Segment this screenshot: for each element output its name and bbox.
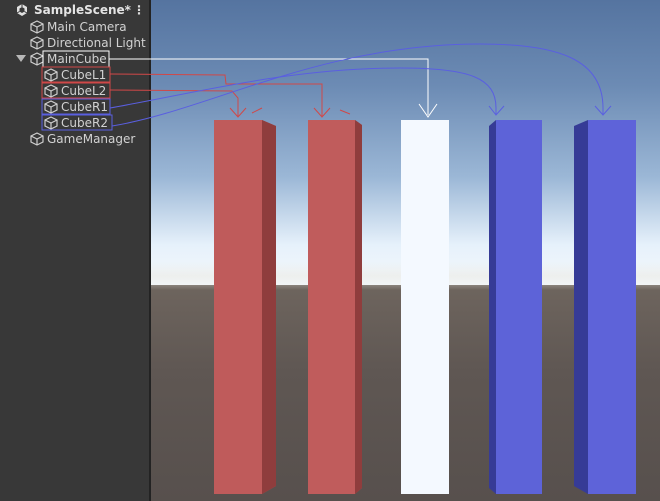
- hierarchy-item-label: CubeR1: [61, 100, 108, 114]
- cube-icon: [30, 20, 44, 34]
- hierarchy-item-label: CubeL1: [61, 68, 107, 82]
- scene-header[interactable]: SampleScene* ⋮: [0, 0, 151, 20]
- more-options-icon[interactable]: ⋮: [133, 3, 145, 17]
- ground-plane: [151, 285, 660, 501]
- hierarchy-item-label: CubeL2: [61, 84, 107, 98]
- hierarchy-item-label: Directional Light: [47, 36, 146, 50]
- scene-title: SampleScene*: [34, 3, 131, 17]
- hierarchy-item-label: GameManager: [47, 132, 136, 146]
- cube-icon: [44, 68, 58, 82]
- unity-editor: SampleScene* ⋮ Main Camera Directional L…: [0, 0, 660, 501]
- hierarchy-item-label: MainCube: [47, 52, 107, 66]
- cube-icon: [30, 52, 44, 66]
- hierarchy-item-label: Main Camera: [47, 20, 127, 34]
- scene-view[interactable]: [151, 0, 660, 501]
- cube-icon: [44, 116, 58, 130]
- skybox: [151, 0, 660, 285]
- cube-icon: [44, 100, 58, 114]
- cube-icon: [30, 36, 44, 50]
- hierarchy-item-label: CubeR2: [61, 116, 108, 130]
- unity-scene-icon: [16, 4, 28, 16]
- hierarchy-panel: SampleScene* ⋮ Main Camera Directional L…: [0, 0, 151, 501]
- horizon-haze: [151, 262, 660, 290]
- cube-icon: [30, 132, 44, 146]
- cube-icon: [44, 84, 58, 98]
- expand-arrow-icon[interactable]: [16, 55, 26, 62]
